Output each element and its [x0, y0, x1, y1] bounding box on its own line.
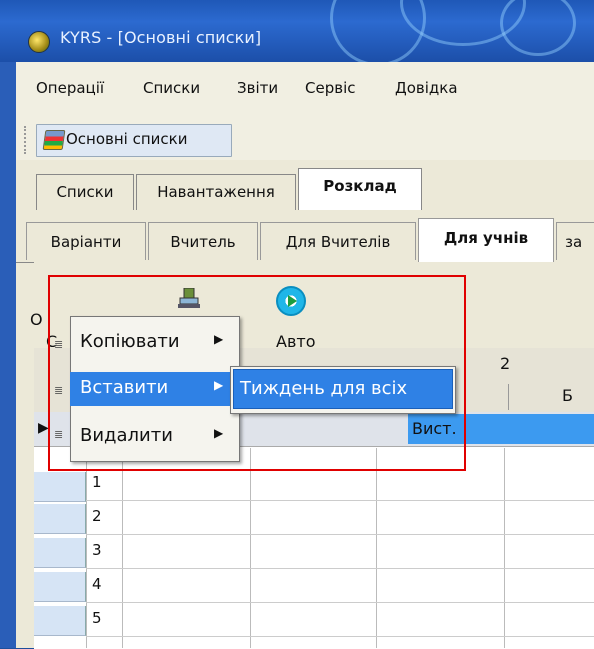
tab-for-students[interactable]: Для учнів	[418, 218, 554, 262]
grid-subheader-b: Б	[562, 386, 573, 405]
panel-partial-label: О	[30, 310, 43, 329]
grid-line	[86, 500, 594, 501]
row-header[interactable]	[34, 572, 86, 602]
tab-workload[interactable]: Навантаження	[136, 174, 296, 210]
menu-item-paste[interactable]: Вставити	[70, 372, 238, 406]
grid-row-icon: ≣	[54, 338, 64, 351]
row-header[interactable]	[34, 472, 86, 502]
grid-line	[376, 448, 377, 648]
tab-schedule[interactable]: Розклад	[298, 168, 422, 210]
row-number: 2	[92, 507, 102, 525]
grid-line	[122, 448, 123, 648]
row-header[interactable]	[34, 504, 86, 534]
submenu-arrow-icon: ▶	[214, 426, 224, 440]
grid-line	[86, 534, 594, 535]
menu-item-delete-label: Видалити	[80, 425, 173, 446]
toolbar-grip[interactable]	[24, 126, 29, 154]
app-icon	[28, 31, 50, 53]
menu-reports[interactable]: Звіти	[237, 79, 278, 97]
menu-item-copy[interactable]: Копіювати	[70, 326, 238, 360]
menu-help[interactable]: Довідка	[395, 79, 458, 97]
tab-lists[interactable]: Списки	[36, 174, 134, 210]
grid-row-icon: ≣	[54, 428, 64, 441]
grid-divider	[508, 384, 509, 410]
grid-line	[504, 448, 505, 648]
row-number: 3	[92, 541, 102, 559]
window-frame-left	[0, 62, 16, 648]
grid-row-icon: ≣	[54, 384, 64, 397]
tab-teacher[interactable]: Вчитель	[148, 222, 258, 260]
grid-line	[86, 568, 594, 569]
grid-line	[86, 636, 594, 637]
row-header[interactable]	[34, 538, 86, 568]
grid-line	[86, 448, 87, 648]
books-icon	[42, 130, 66, 150]
row-number: 4	[92, 575, 102, 593]
menu-operations[interactable]: Операції	[36, 79, 104, 97]
main-lists-label: Основні списки	[66, 130, 188, 148]
tab-more[interactable]: за	[556, 222, 594, 260]
tab-variants[interactable]: Варіанти	[26, 222, 146, 260]
menu-item-paste-label: Вставити	[80, 377, 169, 398]
grid-line	[86, 602, 594, 603]
menu-item-copy-label: Копіювати	[80, 331, 180, 352]
tab-for-teachers[interactable]: Для Вчителів	[260, 222, 416, 260]
row-number: 5	[92, 609, 102, 627]
submenu-arrow-icon: ▶	[214, 332, 224, 346]
submenu-arrow-icon: ▶	[214, 378, 224, 392]
menu-service[interactable]: Сервіс	[305, 79, 355, 97]
menu-lists[interactable]: Списки	[143, 79, 200, 97]
menu-item-delete[interactable]: Видалити	[70, 420, 238, 454]
menu-item-week-for-all[interactable]: Тиждень для всіх	[233, 369, 453, 409]
row-header[interactable]	[34, 606, 86, 636]
grid-line	[250, 448, 251, 648]
row-number: 1	[92, 473, 102, 491]
grid-header-col-2: 2	[500, 354, 511, 373]
window-title: KYRS - [Основні списки]	[60, 28, 262, 47]
